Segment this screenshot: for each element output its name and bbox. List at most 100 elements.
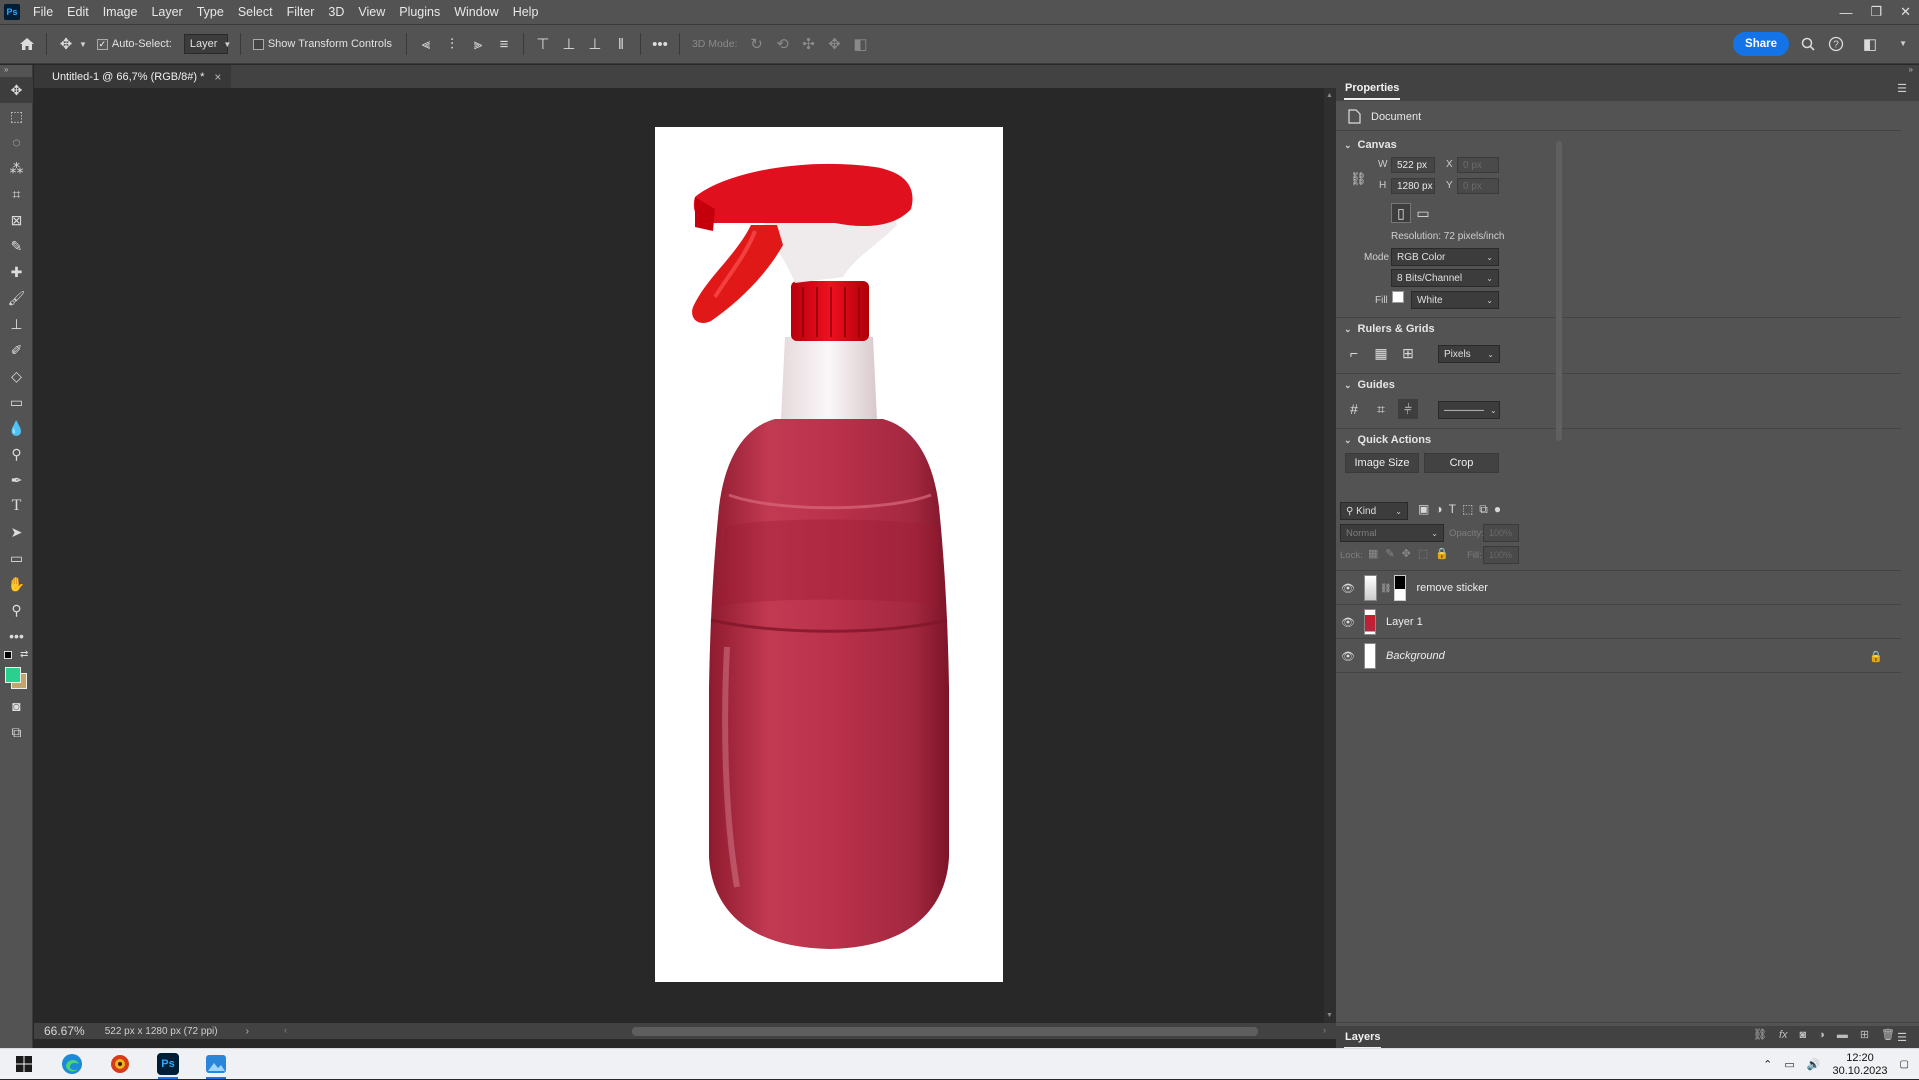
align-middle-icon[interactable]: ⊥ [556,31,582,57]
layer-mask-thumbnail[interactable] [1394,575,1407,601]
new-guide-icon[interactable]: ⌗ [1371,399,1391,419]
type-tool-icon[interactable]: T [0,493,33,519]
layer-row[interactable]: 👁 Background 🔒 [1336,640,1901,673]
rectangular-marquee-icon[interactable]: ⬚ [0,103,33,129]
menu-edit[interactable]: Edit [60,0,96,24]
photoshop-logo-icon[interactable]: Ps [4,4,20,20]
fill-color-swatch[interactable] [1392,291,1404,303]
zoom-level[interactable]: 66.67% [44,1024,85,1038]
menu-3d[interactable]: 3D [321,0,351,24]
filter-smart-object-icon[interactable]: ⧉ [1479,502,1488,517]
lock-transparent-icon[interactable]: ▦ [1368,547,1378,560]
edit-toolbar-icon[interactable]: ••• [0,623,33,649]
menu-plugins[interactable]: Plugins [392,0,447,24]
collapse-dock-icon[interactable]: » [1336,65,1919,77]
swap-colors-icon[interactable]: ⇄ [20,649,28,660]
menu-view[interactable]: View [351,0,392,24]
move-tool-icon[interactable]: ✥ [0,77,33,103]
link-layers-icon[interactable]: ⛓ [1753,1028,1767,1041]
notifications-icon[interactable]: ▢ [1900,1059,1909,1070]
status-menu-icon[interactable]: › [246,1026,249,1037]
blend-mode-dropdown[interactable]: Normal ⌄ [1340,524,1444,542]
hand-tool-icon[interactable]: ✋ [0,571,33,597]
filter-type-icon[interactable]: T [1449,502,1456,517]
filter-shape-icon[interactable]: ⬚ [1462,502,1473,517]
menu-select[interactable]: Select [231,0,280,24]
align-left-icon[interactable]: ⫷ [413,31,439,57]
close-tab-icon[interactable]: × [214,70,221,84]
lock-position-icon[interactable]: ✥ [1402,547,1411,560]
height-field[interactable]: 1280 px [1391,178,1435,194]
start-button[interactable] [0,1049,48,1080]
filter-toggle-icon[interactable]: ● [1494,502,1501,517]
mask-link-icon[interactable]: ⛓ [1380,583,1391,594]
checkbox-checked-icon[interactable]: ✓ [96,38,108,50]
layer-row[interactable]: 👁 Layer 1 [1336,606,1901,639]
auto-select-checkbox[interactable]: ✓ Auto-Select: [96,38,172,50]
visibility-eye-icon[interactable]: 👁 [1336,582,1360,595]
magic-wand-icon[interactable]: ⁂ [0,155,33,181]
eyedropper-icon[interactable]: ✎ [0,233,33,259]
menu-help[interactable]: Help [506,0,546,24]
lock-all-icon[interactable]: 🔒 [1435,547,1449,560]
close-button[interactable]: ✕ [1900,4,1911,20]
pen-tool-icon[interactable]: ✒ [0,467,33,493]
layer-name[interactable]: Background [1386,650,1445,662]
lock-artboard-icon[interactable]: ⬚ [1418,547,1428,560]
panel-menu-icon[interactable]: ☰ [1897,82,1907,95]
grid-icon[interactable]: ▦ [1371,343,1391,363]
document-tab[interactable]: Untitled-1 @ 66,7% (RGB/8#) * × [34,65,232,88]
layer-style-icon[interactable]: fx [1779,1029,1788,1041]
move-tool-icon[interactable]: ✥ [53,31,79,57]
taskbar-app-game[interactable] [96,1049,144,1080]
canvas-section-header[interactable]: ⌄ Canvas [1344,139,1397,151]
rulers-icon[interactable]: ⌐ [1344,343,1364,363]
healing-brush-icon[interactable]: ✚ [0,259,33,285]
home-icon[interactable] [14,31,40,57]
layer-name[interactable]: remove sticker [1416,582,1488,594]
pixel-grid-icon[interactable]: ⊞ [1398,343,1418,363]
filter-adjustment-icon[interactable]: ◑ [1435,502,1442,517]
layer-name[interactable]: Layer 1 [1386,616,1423,628]
eraser-tool-icon[interactable]: ◇ [0,363,33,389]
layer-row[interactable]: 👁 ⛓ remove sticker [1336,572,1901,605]
dodge-tool-icon[interactable]: ⚲ [0,441,33,467]
scroll-down-icon[interactable]: ▼ [1326,1012,1333,1019]
properties-scrollbar[interactable] [1556,141,1562,441]
volume-icon[interactable]: 🔊 [1807,1058,1821,1071]
zoom-tool-icon[interactable]: ⚲ [0,597,33,623]
lock-icon[interactable]: 🔒 [1869,650,1883,663]
bit-depth-dropdown[interactable]: 8 Bits/Channel ⌄ [1391,269,1499,287]
path-selection-icon[interactable]: ➤ [0,519,33,545]
guide-style-dropdown[interactable]: ———— ⌄ [1438,401,1500,419]
vertical-scrollbar[interactable]: ▲ ▼ [1324,88,1336,1023]
menu-window[interactable]: Window [447,0,505,24]
smart-guides-icon[interactable]: ⫩ [1398,399,1418,419]
screen-mode-icon[interactable]: ⧉ [0,719,33,745]
taskbar-photos[interactable] [192,1049,240,1080]
menu-filter[interactable]: Filter [280,0,322,24]
gradient-tool-icon[interactable]: ▭ [0,389,33,415]
network-icon[interactable]: ▭ [1784,1058,1794,1071]
ruler-units-dropdown[interactable]: Pixels ⌄ [1438,345,1500,363]
clock[interactable]: 12:20 30.10.2023 [1832,1052,1887,1078]
help-icon[interactable]: ? [1823,31,1849,57]
add-mask-icon[interactable]: ◙ [1800,1029,1807,1041]
menu-image[interactable]: Image [96,0,145,24]
filter-pixel-icon[interactable]: ▣ [1418,502,1429,517]
restore-button[interactable]: ❐ [1870,4,1882,20]
share-button[interactable]: Share [1733,32,1789,56]
taskbar-photoshop[interactable]: Ps [144,1049,192,1080]
quick-actions-section-header[interactable]: ⌄ Quick Actions [1344,434,1431,446]
scroll-up-icon[interactable]: ▲ [1326,92,1333,99]
align-center-icon[interactable]: ⫶ [439,31,465,57]
show-hidden-icons-icon[interactable]: ⌃ [1763,1058,1772,1071]
guides-icon[interactable]: # [1344,399,1364,419]
rectangle-tool-icon[interactable]: ▭ [0,545,33,571]
rulers-section-header[interactable]: ⌄ Rulers & Grids [1344,323,1435,335]
search-icon[interactable] [1795,31,1821,57]
new-layer-icon[interactable]: ⊞ [1860,1028,1869,1041]
new-group-icon[interactable]: ▬ [1837,1029,1848,1041]
auto-select-target-dropdown[interactable]: Layer ▼ [183,34,231,54]
checkbox-unchecked-icon[interactable] [252,38,264,50]
